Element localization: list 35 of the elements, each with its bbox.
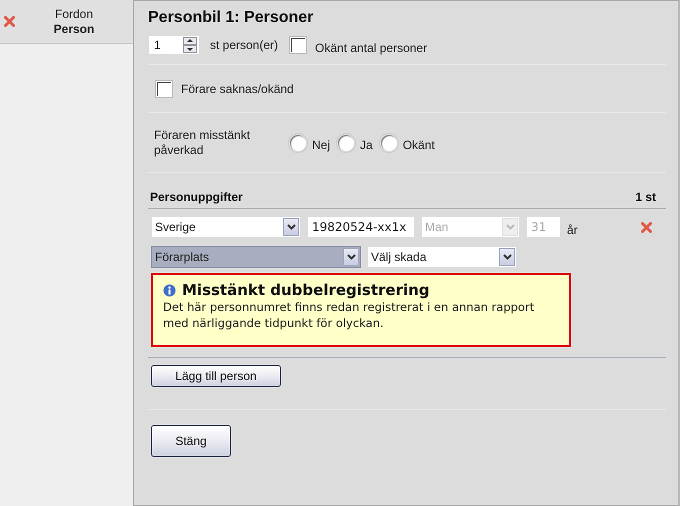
checkbox-label: Förare saknas/okänd (181, 82, 294, 96)
checkbox[interactable] (290, 37, 306, 53)
sidebar-item-title: Fordon (54, 6, 94, 22)
section-title: Personuppgifter (150, 190, 243, 204)
id-number-field[interactable]: 19820524-xx1x (307, 216, 415, 238)
country-select[interactable]: Sverige (151, 216, 301, 238)
count-unit: st person(er) (210, 38, 278, 52)
radio-label: Ja (360, 138, 373, 152)
alert-message: Det här personnumret finns redan registrerat i en annan rapport med närliggande tidpunkt för olyckan. (163, 299, 536, 331)
seat-select[interactable]: Förarplats (151, 246, 361, 268)
radio-label: Okänt (402, 138, 435, 152)
caret-icon[interactable] (499, 248, 515, 266)
info-icon (163, 284, 176, 296)
radio-button[interactable] (338, 134, 354, 150)
radio-button[interactable] (380, 134, 397, 150)
age-unit: år (567, 223, 578, 237)
injury-select[interactable]: Välj skada (367, 246, 517, 268)
page-title: Personbil 1: Personer (148, 9, 314, 27)
alert-title: Misstänkt dubbelregistrering (182, 281, 430, 299)
caret-icon[interactable] (343, 248, 359, 266)
person-count: 1 st (635, 190, 656, 204)
remove-icon[interactable] (641, 222, 652, 232)
question-label: Föraren misstänkt påverkad (154, 128, 252, 158)
radio-button[interactable] (290, 134, 306, 150)
spin-arrows-icon[interactable] (183, 37, 197, 53)
close-button[interactable]: Stäng (151, 425, 231, 457)
sidebar-item[interactable]: Fordon Person (0, 0, 133, 44)
sidebar-item-subtitle: Person (52, 22, 96, 36)
caret-icon[interactable] (283, 218, 299, 236)
radio-label: Nej (312, 138, 330, 152)
checkbox-label: Okänt antal personer (315, 41, 428, 55)
remove-icon[interactable] (4, 16, 15, 27)
checkbox[interactable] (156, 80, 172, 96)
count-spinner[interactable]: 1 (148, 35, 200, 55)
add-person-button[interactable]: Lägg till person (151, 365, 281, 387)
